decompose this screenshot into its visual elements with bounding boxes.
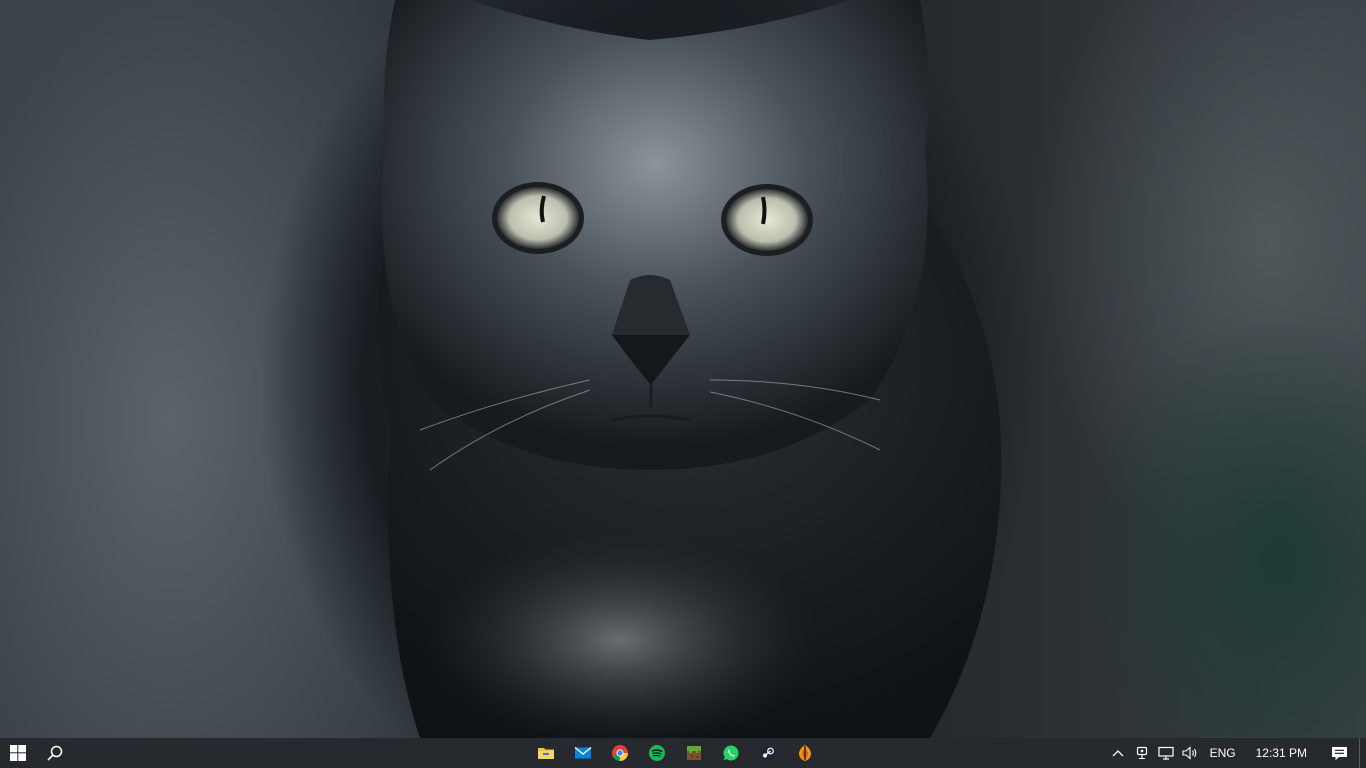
network-icon (1158, 746, 1174, 760)
tray-network-button[interactable] (1154, 738, 1178, 768)
windows-logo-icon (10, 745, 26, 761)
search-button[interactable] (38, 738, 72, 768)
clock[interactable]: 12:31 PM (1244, 738, 1319, 768)
taskbar: ENG 12:31 PM (0, 738, 1366, 768)
cat-photo (377, 0, 1002, 738)
action-center-button[interactable] (1319, 738, 1359, 768)
desktop-wallpaper (0, 0, 1366, 738)
webcam-icon (1136, 746, 1147, 760)
show-hidden-icons-button[interactable] (1106, 738, 1130, 768)
taskbar-app-fl-studio[interactable] (787, 738, 823, 768)
search-icon (47, 745, 63, 761)
taskbar-app-spotify[interactable] (639, 738, 675, 768)
chevron-up-icon (1112, 750, 1124, 757)
taskbar-app-chrome[interactable] (602, 738, 638, 768)
taskbar-app-steam[interactable] (750, 738, 786, 768)
taskbar-app-minecraft[interactable] (676, 738, 712, 768)
steam-icon (760, 745, 776, 761)
notification-icon (1331, 746, 1347, 760)
volume-icon (1182, 746, 1196, 760)
tray-volume-button[interactable] (1178, 738, 1202, 768)
spotify-icon (649, 745, 665, 761)
whatsapp-icon (723, 745, 739, 761)
language-indicator[interactable]: ENG (1202, 738, 1244, 768)
folder-icon (538, 748, 554, 759)
show-desktop-button[interactable] (1359, 738, 1366, 768)
tray-meet-now-button[interactable] (1130, 738, 1154, 768)
fl-studio-icon (799, 745, 811, 761)
minecraft-icon (687, 746, 701, 760)
system-tray: ENG 12:31 PM (1106, 738, 1366, 768)
taskbar-app-mail[interactable] (565, 738, 601, 768)
chrome-icon (612, 745, 628, 761)
mail-icon (574, 746, 592, 759)
taskbar-app-file-explorer[interactable] (528, 738, 564, 768)
taskbar-app-whatsapp[interactable] (713, 738, 749, 768)
start-button[interactable] (0, 738, 36, 768)
